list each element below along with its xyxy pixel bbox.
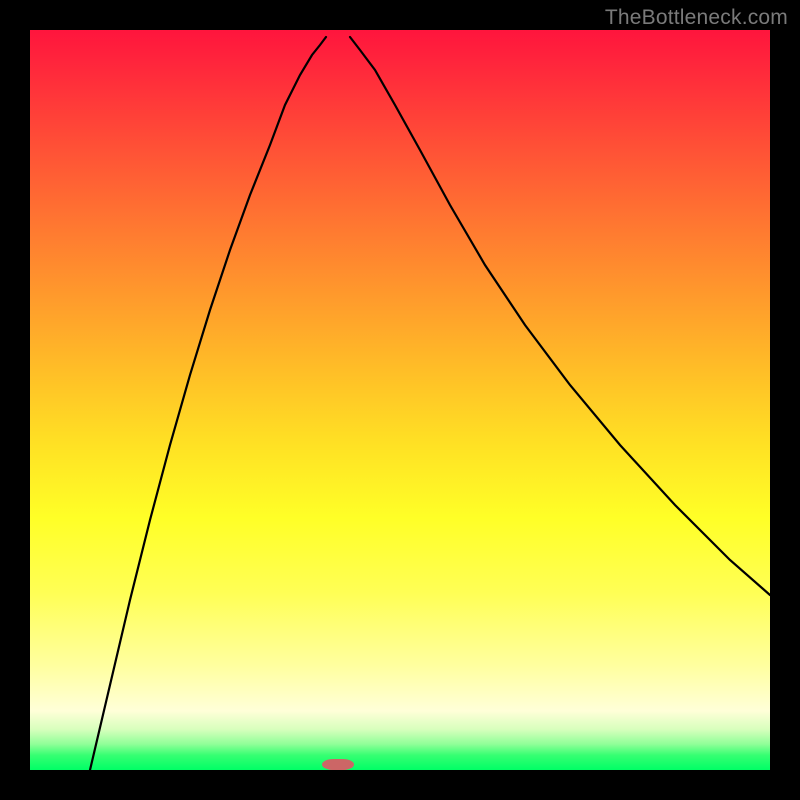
curve-layer [30, 30, 770, 770]
curve-right-branch [350, 37, 770, 595]
curve-left-branch [90, 37, 326, 770]
chart-frame: TheBottleneck.com [0, 0, 800, 800]
watermark-text: TheBottleneck.com [605, 6, 788, 30]
plot-area [30, 30, 770, 770]
min-point-marker [322, 759, 354, 770]
